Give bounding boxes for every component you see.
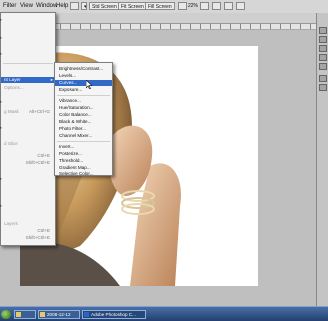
new-adjustment-layer-item[interactable]: nt Layer ▸ <box>1 77 55 83</box>
rotate-view-icon[interactable] <box>224 2 233 10</box>
folder-icon <box>16 312 21 317</box>
menu-window[interactable]: Window <box>36 3 57 9</box>
folder-icon <box>40 312 45 317</box>
panel-icon[interactable] <box>319 54 327 61</box>
taskbar: 2008-12-12 Adobe Photoshop C... <box>0 306 328 321</box>
photoshop-icon <box>84 312 89 317</box>
color-balance-item[interactable]: Color Balance... <box>59 112 92 117</box>
curves-item[interactable]: Curves... <box>55 80 112 86</box>
fit-screen-button[interactable]: Fit Screen <box>118 2 147 10</box>
start-button-icon[interactable] <box>1 310 11 319</box>
levels-item[interactable]: Levels... <box>59 73 76 78</box>
taskbar-folder-button[interactable] <box>14 310 36 319</box>
invert-item[interactable]: Invert... <box>59 144 74 149</box>
panel-icon[interactable] <box>319 75 327 82</box>
taskbar-button-label: 2008-12-12 <box>47 312 71 317</box>
std-screen-button[interactable]: Std Screen <box>89 2 120 10</box>
separator <box>3 63 53 64</box>
layer-menu: ▸ ▸ ▸ nt Layer ▸ Options... ▸ g Mask Alt+C… <box>0 12 56 246</box>
arrange-documents-icon[interactable] <box>200 2 209 10</box>
threshold-item[interactable]: Threshold... <box>59 158 83 163</box>
selective-color-item[interactable]: Selective Color... <box>59 171 93 176</box>
clipping-mask-item[interactable]: g Mask Alt+Ctrl+G <box>4 109 52 114</box>
layer-content-options-item[interactable]: Options... <box>4 85 24 90</box>
layers-item[interactable]: Layers <box>4 221 18 226</box>
taskbar-photoshop-button[interactable]: Adobe Photoshop C... <box>82 310 146 319</box>
separator <box>57 141 110 142</box>
separator <box>57 95 110 96</box>
panel-icon[interactable] <box>319 36 327 43</box>
adjustment-layer-submenu: Brightness/Contrast... Levels... Curves.… <box>54 62 113 176</box>
panel-icon[interactable] <box>319 63 327 70</box>
menu-help[interactable]: Help <box>56 3 68 9</box>
gradient-map-item[interactable]: Gradient Map... <box>59 165 91 170</box>
brightness-contrast-item[interactable]: Brightness/Contrast... <box>59 66 103 71</box>
taskbar-folder-button[interactable]: 2008-12-12 <box>38 310 80 319</box>
hand-icon[interactable] <box>178 2 187 10</box>
vibrance-item[interactable]: Vibrance... <box>59 98 81 103</box>
fill-screen-button[interactable]: Fill Screen <box>145 2 175 10</box>
workspace-icon[interactable] <box>236 2 245 10</box>
zoom-level[interactable]: 22% <box>188 3 198 9</box>
panel-strip <box>316 13 328 306</box>
panel-icon[interactable] <box>319 27 327 34</box>
hue-saturation-item[interactable]: Hue/Saturation... <box>59 105 93 110</box>
black-white-item[interactable]: Black & White... <box>59 119 91 124</box>
menu-filter[interactable]: Filter <box>3 3 16 9</box>
panel-icon[interactable] <box>319 84 327 91</box>
channel-mixer-item[interactable]: Channel Mixer... <box>59 133 92 138</box>
bridge-icon[interactable] <box>70 2 79 10</box>
menu-view[interactable]: View <box>20 3 33 9</box>
dropdown-icon[interactable]: ▾ <box>81 2 87 10</box>
taskbar-button-label: Adobe Photoshop C... <box>91 312 136 317</box>
posterize-item[interactable]: Posterize... <box>59 151 82 156</box>
cursor-icon <box>86 80 92 89</box>
panel-icon[interactable] <box>319 45 327 52</box>
photo-filter-item[interactable]: Photo Filter... <box>59 126 86 131</box>
screen-mode-icon[interactable] <box>212 2 221 10</box>
exposure-item[interactable]: Exposure... <box>59 87 82 92</box>
new-layer-based-slice-item[interactable]: d Slice <box>4 141 18 146</box>
